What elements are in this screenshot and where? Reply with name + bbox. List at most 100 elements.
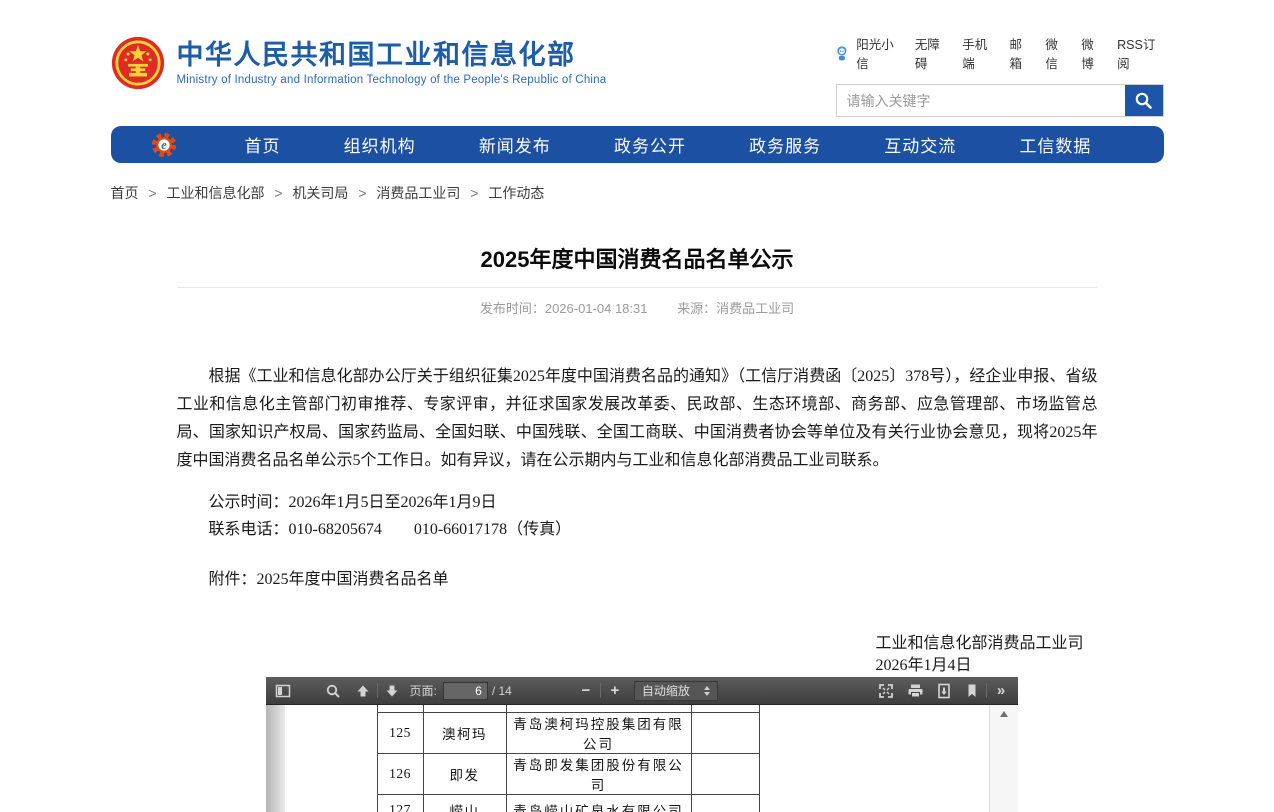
pdf-scrollbar[interactable] xyxy=(989,705,1018,812)
article-meta: 发布时间：2026-01-04 18:31 来源：消费品工业司 xyxy=(177,302,1098,316)
breadcrumb-separator: > xyxy=(470,185,478,201)
pdf-viewer-margin xyxy=(266,705,285,812)
quick-link-yangguangxiaoxin[interactable]: 阳光小信 xyxy=(856,34,902,72)
arrow-up-icon xyxy=(355,683,371,699)
download-icon xyxy=(936,683,952,699)
cell-company: 青岛澳柯玛控股集团有限公司 xyxy=(506,712,691,753)
table-row: 127 崂山 青岛崂山矿泉水有限公司 xyxy=(377,794,759,812)
article-paragraph: 根据《工业和信息化部办公厅关于组织征集2025年度中国消费名品的通知》（工信厅消… xyxy=(177,363,1098,475)
national-emblem-icon xyxy=(111,36,165,90)
page-label: 页面: xyxy=(410,682,437,699)
article: 2025年度中国消费名品名单公示 发布时间：2026-01-04 18:31 来… xyxy=(111,245,1164,677)
cell-note xyxy=(691,794,759,812)
nav-item-gov-services[interactable]: 政务服务 xyxy=(749,132,821,157)
consumer-brands-table: 125 澳柯玛 青岛澳柯玛控股集团有限公司 126 即发 青岛即发集团股份有限公… xyxy=(377,705,760,812)
cell-company: 青岛崂山矿泉水有限公司 xyxy=(506,794,691,812)
pdf-content-area: 125 澳柯玛 青岛澳柯玛控股集团有限公司 126 即发 青岛即发集团股份有限公… xyxy=(266,705,1018,812)
nav-item-miit-data[interactable]: 工信数据 xyxy=(1019,132,1091,157)
arrow-down-icon xyxy=(384,683,400,699)
download-button[interactable] xyxy=(932,680,956,702)
sidebar-toggle-button[interactable] xyxy=(271,680,295,702)
breadcrumb-work-updates[interactable]: 工作动态 xyxy=(488,185,544,201)
breadcrumb-consumer-goods-dept[interactable]: 消费品工业司 xyxy=(376,185,460,201)
pdf-toolbar: 页面: / 14 − + 自动缩放 xyxy=(266,677,1018,705)
cell-number: 125 xyxy=(377,712,423,753)
site-header: 中华人民共和国工业和信息化部 Ministry of Industry and … xyxy=(111,0,1164,96)
quick-links: 阳光小信 无障碍 手机端 邮箱 微信 微博 RSS订阅 xyxy=(836,34,1164,72)
breadcrumb-home[interactable]: 首页 xyxy=(111,185,139,201)
signature-block: 工业和信息化部消费品工业司 2026年1月4日 xyxy=(875,633,1083,677)
svg-text:e: e xyxy=(161,138,167,152)
find-button[interactable] xyxy=(321,680,345,702)
breadcrumb-separator: > xyxy=(148,185,156,201)
article-source: 来源：消费品工业司 xyxy=(677,301,794,316)
site-title: 中华人民共和国工业和信息化部 xyxy=(177,40,607,70)
cell-brand: 崂山 xyxy=(423,794,506,812)
signature-department: 工业和信息化部消费品工业司 xyxy=(875,633,1083,655)
signature-date: 2026年1月4日 xyxy=(875,655,1083,677)
cell-brand: 澳柯玛 xyxy=(423,712,506,753)
breadcrumb-miit[interactable]: 工业和信息化部 xyxy=(166,185,264,201)
main-nav: e 首页 组织机构 新闻发布 政务公开 政务服务 互动交流 工信数据 xyxy=(111,126,1164,163)
print-button[interactable] xyxy=(904,680,928,702)
zoom-in-button[interactable]: + xyxy=(603,680,627,702)
cell-note xyxy=(691,712,759,753)
scroll-up-icon[interactable] xyxy=(1000,711,1008,717)
nav-item-gov-disclosure[interactable]: 政务公开 xyxy=(614,132,686,157)
quick-link-rss[interactable]: RSS订阅 xyxy=(1117,34,1163,72)
search-input[interactable] xyxy=(837,85,1125,116)
page-number-input[interactable] xyxy=(443,682,488,700)
find-icon xyxy=(325,683,341,699)
quick-link-weibo[interactable]: 微博 xyxy=(1081,34,1104,72)
miit-gear-logo-icon: e xyxy=(149,130,179,160)
contact-phone: 联系电话：010-68205674 010-66017178（传真） xyxy=(177,516,1098,543)
nav-item-news[interactable]: 新闻发布 xyxy=(479,132,551,157)
site-logo[interactable]: 中华人民共和国工业和信息化部 Ministry of Industry and … xyxy=(111,30,607,96)
printer-icon xyxy=(907,683,924,699)
nav-item-organization[interactable]: 组织机构 xyxy=(344,132,416,157)
quick-link-mailbox[interactable]: 邮箱 xyxy=(1010,34,1033,72)
zoom-out-button[interactable]: − xyxy=(574,680,598,702)
bookmark-button[interactable] xyxy=(960,680,984,702)
nav-item-interaction[interactable]: 互动交流 xyxy=(884,132,956,157)
cell-number: 127 xyxy=(377,794,423,812)
nav-item-home[interactable]: 首页 xyxy=(245,132,281,157)
fullscreen-icon xyxy=(878,683,894,699)
table-row: 126 即发 青岛即发集团股份有限公司 xyxy=(377,753,759,794)
breadcrumb: 首页 > 工业和信息化部 > 机关司局 > 消费品工业司 > 工作动态 xyxy=(111,185,1164,201)
previous-page-button[interactable] xyxy=(351,680,375,702)
zoom-select-value: 自动缩放 xyxy=(642,682,690,699)
breadcrumb-separator: > xyxy=(274,185,282,201)
cell-note xyxy=(691,753,759,794)
more-tools-button[interactable]: » xyxy=(989,680,1013,702)
sidebar-toggle-icon xyxy=(275,683,291,699)
search-bar xyxy=(836,84,1164,117)
search-icon xyxy=(1134,91,1153,110)
quick-link-wechat[interactable]: 微信 xyxy=(1045,34,1068,72)
page-total: / 14 xyxy=(492,684,512,698)
zoom-select-dropdown[interactable]: 自动缩放 xyxy=(634,681,718,701)
bookmark-icon xyxy=(964,683,980,699)
toolbar-separator xyxy=(377,683,378,698)
title-divider xyxy=(177,287,1098,288)
presentation-mode-button[interactable] xyxy=(874,680,898,702)
toolbar-separator xyxy=(600,683,601,698)
mascot-robot-icon xyxy=(835,45,849,62)
search-button[interactable] xyxy=(1125,85,1163,116)
quick-link-accessibility[interactable]: 无障碍 xyxy=(915,34,949,72)
quick-link-mobile[interactable]: 手机端 xyxy=(962,34,996,72)
table-row: 125 澳柯玛 青岛澳柯玛控股集团有限公司 xyxy=(377,712,759,753)
article-title: 2025年度中国消费名品名单公示 xyxy=(177,245,1098,275)
cell-brand: 即发 xyxy=(423,753,506,794)
breadcrumb-departments[interactable]: 机关司局 xyxy=(292,185,348,201)
select-spinner-icon xyxy=(704,686,710,696)
next-page-button[interactable] xyxy=(380,680,404,702)
toolbar-separator xyxy=(986,683,987,698)
publish-time: 发布时间：2026-01-04 18:31 xyxy=(480,301,648,316)
table-row-partial xyxy=(377,705,759,712)
site-subtitle: Ministry of Industry and Information Tec… xyxy=(177,74,607,86)
breadcrumb-separator: > xyxy=(358,185,366,201)
notice-period: 公示时间：2026年1月5日至2026年1月9日 xyxy=(177,489,1098,516)
pdf-viewer: 页面: / 14 − + 自动缩放 xyxy=(266,677,1018,812)
cell-company: 青岛即发集团股份有限公司 xyxy=(506,753,691,794)
